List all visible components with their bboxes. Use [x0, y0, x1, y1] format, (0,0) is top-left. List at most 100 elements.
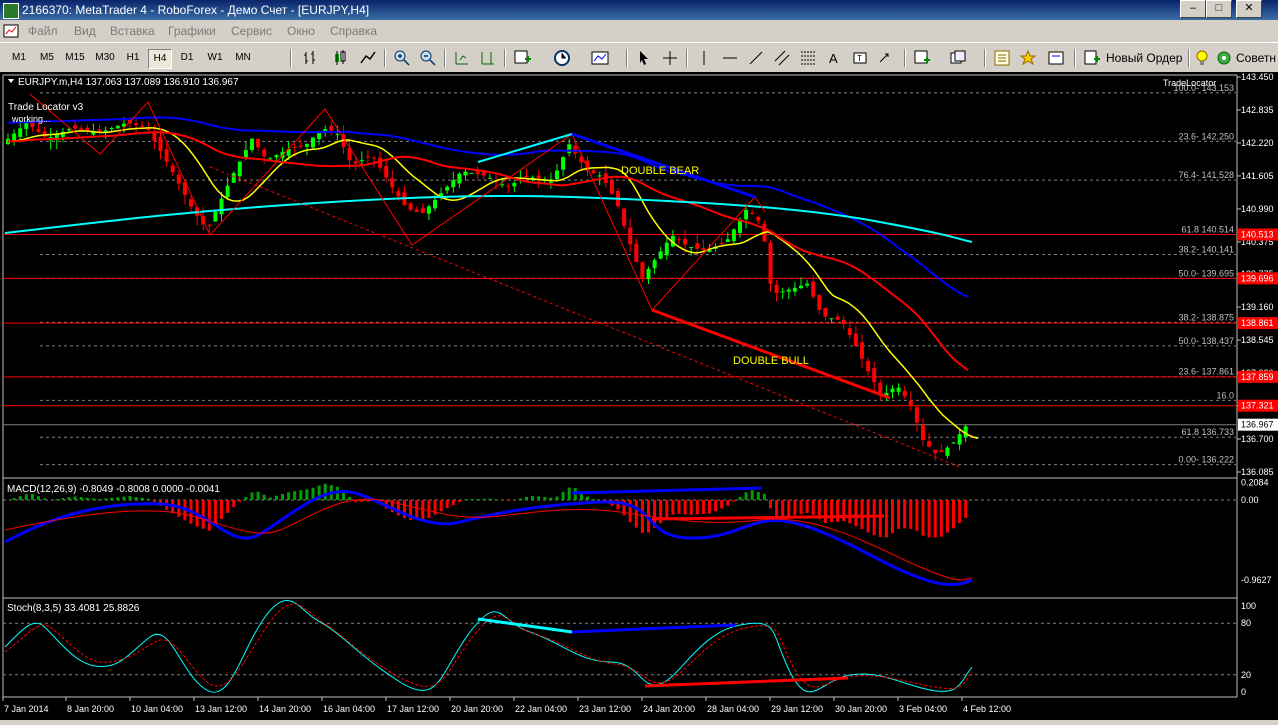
- text-tool-icon[interactable]: A: [824, 48, 844, 68]
- line-chart-icon[interactable]: [358, 48, 378, 68]
- crosshair-icon[interactable]: [660, 48, 680, 68]
- menu-window[interactable]: Окно: [287, 24, 315, 38]
- double-bull-label: DOUBLE BULL: [733, 355, 809, 367]
- timeframe-m1[interactable]: M1: [8, 49, 30, 67]
- profiles-icon[interactable]: [948, 48, 968, 68]
- chart-window[interactable]: 100.0- 143.153 23.6- 142.250 76.4- 141.528…: [0, 72, 1278, 720]
- candle-body: [262, 149, 267, 157]
- cursor-icon[interactable]: [634, 48, 654, 68]
- candle-body: [426, 206, 431, 214]
- candle-body: [677, 239, 681, 241]
- candle-body: [164, 149, 169, 162]
- candle-body: [219, 198, 224, 215]
- arrows-icon[interactable]: [876, 48, 896, 68]
- new-order-label: Новый Ордер: [1106, 51, 1183, 65]
- candle-body: [536, 175, 541, 179]
- expert-advisors-button[interactable]: Советн: [1214, 48, 1276, 68]
- price-box-label: 137.859: [1241, 372, 1274, 382]
- channel-icon[interactable]: [772, 48, 792, 68]
- timeframe-w1[interactable]: W1: [204, 49, 226, 67]
- candlestick-icon[interactable]: [330, 48, 350, 68]
- price-chart[interactable]: 100.0- 143.15323.6- 142.25076.4- 141.528…: [0, 72, 1278, 720]
- stoch-label: Stoch(8,3,5) 33.4081 25.8826: [7, 603, 140, 614]
- candle-body: [701, 248, 706, 251]
- candle-body: [597, 175, 602, 177]
- candle-body: [561, 157, 566, 170]
- bar-chart-icon[interactable]: [300, 48, 320, 68]
- new-chart-icon[interactable]: [912, 48, 932, 68]
- minimize-button[interactable]: –: [1180, 0, 1206, 18]
- fib-label: 38.2- 138.875: [1178, 312, 1234, 322]
- candle-body: [36, 129, 41, 132]
- candle-body: [817, 295, 822, 310]
- lightbulb-icon[interactable]: [1192, 48, 1212, 68]
- timeframe-h1[interactable]: H1: [122, 49, 144, 67]
- price-tick-label: 138.545: [1241, 335, 1274, 345]
- price-box-label: 137.321: [1241, 401, 1274, 411]
- candle-body: [664, 242, 669, 256]
- zoom-in-icon[interactable]: [392, 48, 412, 68]
- candle-body: [939, 450, 944, 453]
- templates-icon[interactable]: [590, 48, 610, 68]
- candle-body: [835, 316, 840, 320]
- timeframe-h4[interactable]: H4: [148, 49, 172, 69]
- menu-help[interactable]: Справка: [330, 24, 377, 38]
- candle-body: [152, 132, 157, 141]
- candle-body: [872, 368, 877, 383]
- time-tick-label: 17 Jan 12:00: [387, 704, 439, 714]
- trendline-icon[interactable]: [746, 48, 766, 68]
- timeframe-mn[interactable]: MN: [232, 49, 254, 67]
- candle-body: [640, 262, 645, 278]
- chart-shift-icon[interactable]: [478, 48, 498, 68]
- terminal-icon[interactable]: [1046, 48, 1066, 68]
- price-box-label: 136.967: [1241, 420, 1274, 430]
- candle-body: [896, 387, 901, 392]
- stoch-axis-label: 20: [1241, 670, 1251, 680]
- candle-body: [115, 125, 120, 129]
- time-tick-label: 23 Jan 12:00: [579, 704, 631, 714]
- timeframe-m30[interactable]: M30: [92, 49, 118, 67]
- timeframe-m15[interactable]: M15: [62, 49, 88, 67]
- menu-charts[interactable]: Графики: [168, 24, 216, 38]
- price-box-label: 139.696: [1241, 273, 1274, 283]
- maximize-button[interactable]: □: [1206, 0, 1232, 18]
- time-tick-label: 4 Feb 12:00: [963, 704, 1011, 714]
- candle-body: [475, 170, 480, 175]
- new-order-button[interactable]: Новый Ордер: [1084, 48, 1182, 68]
- auto-scroll-icon[interactable]: [452, 48, 472, 68]
- candle-body: [573, 145, 578, 154]
- double-bear-label: DOUBLE BEAR: [621, 165, 699, 177]
- timeframe-m5[interactable]: M5: [36, 49, 58, 67]
- stoch-axis-label: 100: [1241, 601, 1256, 611]
- menu-tools[interactable]: Сервис: [231, 24, 272, 38]
- vertical-line-icon[interactable]: [694, 48, 714, 68]
- fibonacci-icon[interactable]: [798, 48, 818, 68]
- candle-body: [353, 161, 358, 164]
- market-watch-icon[interactable]: [992, 48, 1012, 68]
- candle-body: [634, 243, 639, 262]
- text-label-icon[interactable]: T: [850, 48, 870, 68]
- candle-body: [109, 128, 114, 130]
- indicators-icon[interactable]: [512, 48, 532, 68]
- chart-window-icon[interactable]: [3, 23, 19, 39]
- candle-body: [756, 216, 761, 221]
- menu-view[interactable]: Вид: [74, 24, 96, 38]
- candle-body: [780, 291, 785, 293]
- candle-body: [176, 174, 181, 184]
- timeframe-d1[interactable]: D1: [176, 49, 198, 67]
- candle-body: [292, 147, 297, 149]
- candle-body: [414, 209, 419, 212]
- zoom-out-icon[interactable]: [418, 48, 438, 68]
- periods-clock-icon[interactable]: [552, 48, 572, 68]
- candle-body: [628, 227, 633, 245]
- horizontal-line-icon[interactable]: [720, 48, 740, 68]
- navigator-icon[interactable]: [1018, 48, 1038, 68]
- menu-insert[interactable]: Вставка: [110, 24, 155, 38]
- menu-file[interactable]: Файл: [28, 24, 58, 38]
- price-tick-label: 141.605: [1241, 171, 1274, 181]
- candle-body: [18, 128, 23, 137]
- close-button[interactable]: ✕: [1236, 0, 1262, 18]
- stoch-axis-label: 80: [1241, 618, 1251, 628]
- candle-body: [24, 123, 29, 130]
- candle-body: [463, 171, 468, 176]
